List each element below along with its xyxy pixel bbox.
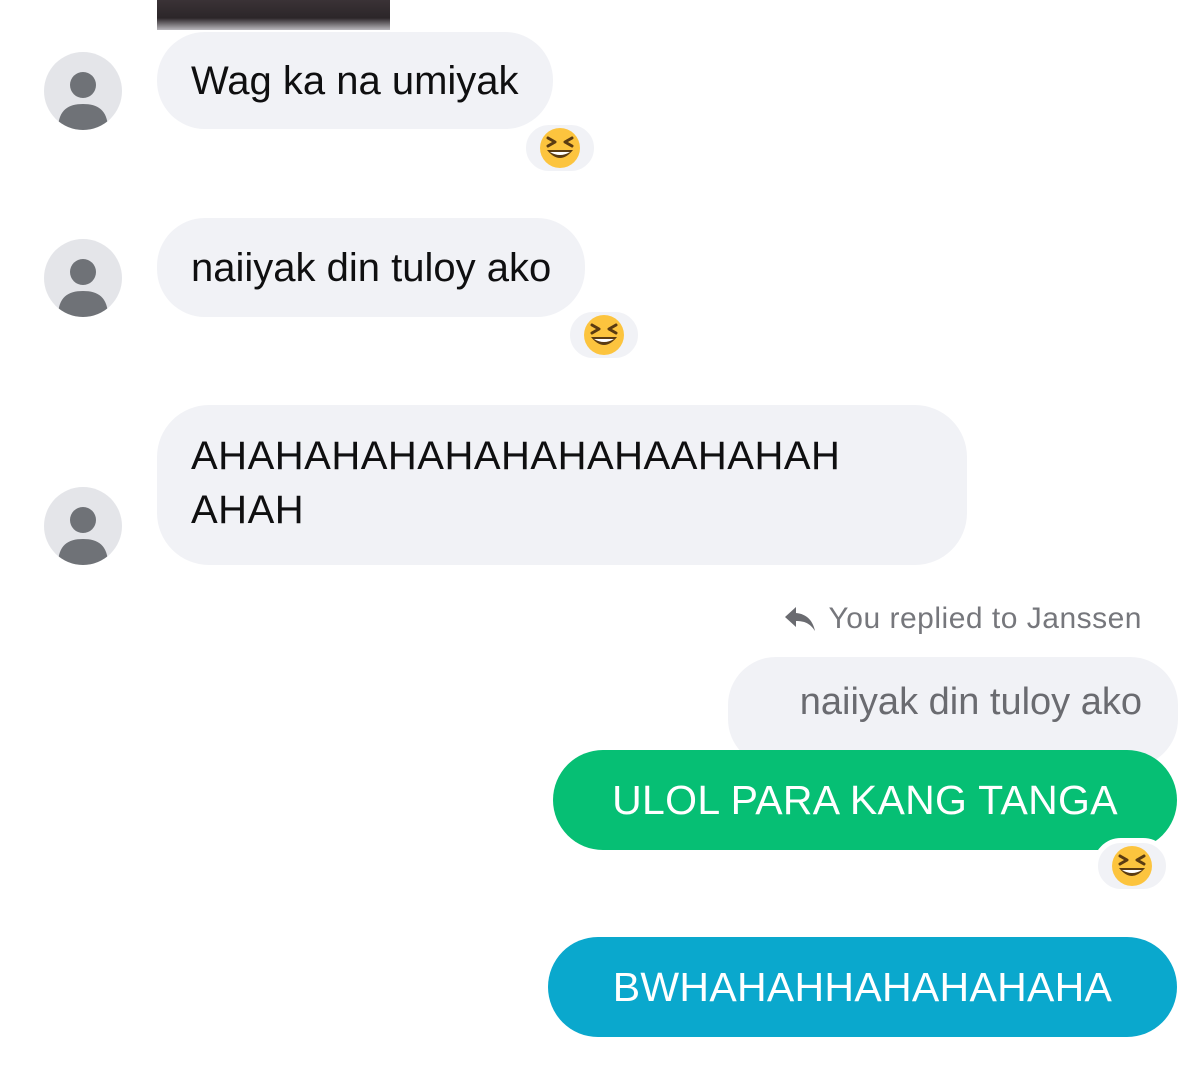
message-text-line: AHAHAHAHAHAHAHAHAAHAHAH <box>191 434 841 478</box>
shared-photo[interactable] <box>157 0 390 30</box>
person-silhouette-icon <box>58 259 108 317</box>
person-silhouette-icon <box>58 507 108 565</box>
reply-context-label: You replied to Janssen <box>783 602 1142 636</box>
avatar[interactable] <box>44 239 122 317</box>
avatar[interactable] <box>44 52 122 130</box>
incoming-message-bubble[interactable]: AHAHAHAHAHAHAHAHAAHAHAH AHAH <box>157 405 967 565</box>
laughing-squint-emoji-icon <box>1112 846 1152 886</box>
message-text: Wag ka na umiyak <box>191 58 519 103</box>
reply-label-text: You replied to Janssen <box>828 602 1142 635</box>
message-text: naiiyak din tuloy ako <box>191 245 552 290</box>
outgoing-message-bubble[interactable]: ULOL PARA KANG TANGA <box>553 750 1177 850</box>
message-text-line: AHAH <box>191 488 305 532</box>
quoted-text: naiiyak din tuloy ako <box>799 681 1142 723</box>
laughing-squint-emoji-icon <box>540 128 580 168</box>
reply-arrow-icon <box>784 607 815 631</box>
incoming-message-bubble[interactable]: Wag ka na umiyak <box>157 32 553 129</box>
incoming-message-bubble[interactable]: naiiyak din tuloy ako <box>157 218 586 317</box>
message-text: BWHAHAHHAHAHAHAHA <box>612 964 1113 1010</box>
reaction-badge[interactable] <box>565 307 643 363</box>
reaction-badge[interactable] <box>521 120 599 176</box>
outgoing-message-bubble[interactable]: BWHAHAHHAHAHAHAHA <box>548 937 1177 1037</box>
message-text: ULOL PARA KANG TANGA <box>612 777 1118 823</box>
laughing-squint-emoji-icon <box>584 315 624 355</box>
avatar[interactable] <box>44 487 122 565</box>
reaction-badge[interactable] <box>1093 838 1171 894</box>
person-silhouette-icon <box>58 72 108 130</box>
